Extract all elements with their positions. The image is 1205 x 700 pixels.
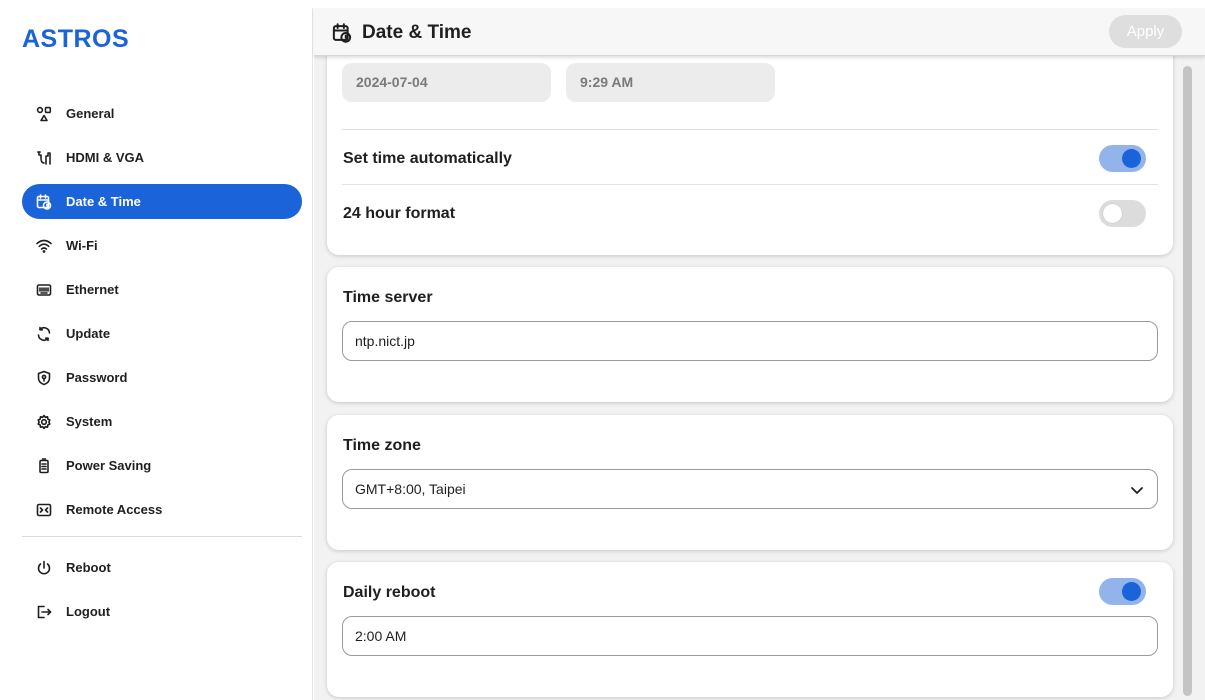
- sidebar-item-label: System: [66, 414, 113, 429]
- page-title: Date & Time: [362, 22, 472, 43]
- main-content: 2024-07-04 9:29 AM Set time automaticall…: [314, 56, 1205, 700]
- apply-button[interactable]: Apply: [1109, 15, 1182, 48]
- date-field[interactable]: 2024-07-04: [342, 63, 551, 102]
- power-icon: [34, 558, 54, 578]
- 24-hour-format-toggle[interactable]: [1099, 200, 1146, 227]
- hdmi-icon: [34, 148, 54, 168]
- time-field[interactable]: 9:29 AM: [566, 63, 775, 102]
- time-zone-value: GMT+8:00, Taipei: [355, 481, 466, 497]
- sidebar-item-label: Wi-Fi: [66, 238, 98, 253]
- daily-reboot-title: Daily reboot: [343, 584, 436, 601]
- toggle-knob: [1122, 149, 1141, 168]
- set-time-automatically-label: Set time automatically: [343, 150, 512, 167]
- sidebar-item-label: Remote Access: [66, 502, 163, 517]
- sidebar-item-label: Reboot: [66, 560, 111, 575]
- sidebar-item-hdmi-vga[interactable]: HDMI & VGA: [22, 140, 302, 175]
- sidebar-item-label: HDMI & VGA: [66, 150, 144, 165]
- settings-icon: [34, 412, 54, 432]
- sidebar-nav: General HDMI & VGA Date & Time Wi-Fi Eth…: [22, 96, 302, 638]
- sidebar-item-label: Password: [66, 370, 128, 385]
- sidebar-item-label: General: [66, 106, 115, 121]
- sidebar-divider: [22, 536, 302, 537]
- sidebar: ASTROS General HDMI & VGA Date & Time Wi…: [0, 8, 313, 700]
- sidebar-item-ethernet[interactable]: Ethernet: [22, 272, 302, 307]
- page-header: Date & Time Apply: [314, 8, 1205, 56]
- sidebar-item-label: Date & Time: [66, 194, 141, 209]
- sidebar-item-general[interactable]: General: [22, 96, 302, 131]
- toggle-knob: [1122, 582, 1141, 601]
- general-icon: [34, 104, 54, 124]
- set-time-automatically-toggle[interactable]: [1099, 145, 1146, 172]
- time-server-card: Time server ntp.nict.jp: [327, 267, 1173, 402]
- sidebar-item-wifi[interactable]: Wi-Fi: [22, 228, 302, 263]
- sidebar-item-reboot[interactable]: Reboot: [22, 550, 302, 585]
- time-zone-card: Time zone GMT+8:00, Taipei: [327, 415, 1173, 550]
- scrollbar[interactable]: [1183, 66, 1192, 696]
- daily-reboot-card: Daily reboot 2:00 AM: [327, 562, 1173, 697]
- logout-icon: [34, 602, 54, 622]
- ethernet-icon: [34, 280, 54, 300]
- calendar-clock-icon: [332, 23, 352, 43]
- chevron-down-icon: [1129, 482, 1145, 498]
- sidebar-item-password[interactable]: Password: [22, 360, 302, 395]
- sidebar-item-date-time[interactable]: Date & Time: [22, 184, 302, 219]
- sidebar-item-logout[interactable]: Logout: [22, 594, 302, 629]
- daily-reboot-time-input[interactable]: 2:00 AM: [342, 616, 1158, 656]
- time-server-input[interactable]: ntp.nict.jp: [342, 321, 1158, 361]
- remote-icon: [34, 500, 54, 520]
- shield-lock-icon: [34, 368, 54, 388]
- sidebar-item-label: Logout: [66, 604, 111, 619]
- battery-icon: [34, 456, 54, 476]
- daily-reboot-toggle[interactable]: [1099, 578, 1146, 605]
- update-icon: [34, 324, 54, 344]
- toggle-knob: [1103, 204, 1122, 223]
- sidebar-item-remote-access[interactable]: Remote Access: [22, 492, 302, 527]
- time-zone-title: Time zone: [343, 437, 421, 454]
- time-zone-select[interactable]: GMT+8:00, Taipei: [342, 469, 1158, 509]
- sidebar-item-power-saving[interactable]: Power Saving: [22, 448, 302, 483]
- sidebar-item-label: Ethernet: [66, 282, 119, 297]
- sidebar-item-label: Power Saving: [66, 458, 152, 473]
- calendar-clock-icon: [34, 192, 54, 212]
- sidebar-item-update[interactable]: Update: [22, 316, 302, 351]
- datetime-card: 2024-07-04 9:29 AM Set time automaticall…: [327, 56, 1173, 255]
- divider: [342, 129, 1158, 130]
- sidebar-item-system[interactable]: System: [22, 404, 302, 439]
- wifi-icon: [34, 236, 54, 256]
- 24-hour-format-label: 24 hour format: [343, 205, 456, 222]
- sidebar-item-label: Update: [66, 326, 111, 341]
- time-server-title: Time server: [343, 289, 433, 306]
- divider: [342, 184, 1158, 185]
- app-logo: ASTROS: [22, 25, 130, 53]
